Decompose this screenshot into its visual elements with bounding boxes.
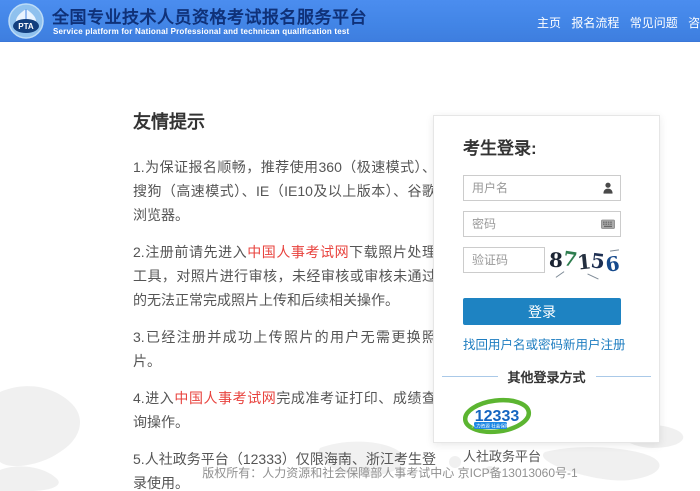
header: PTA 全国专业技术人员资格考试报名服务平台 Service platform …: [0, 0, 700, 42]
user-icon: [601, 182, 615, 194]
logo-text: PTA: [18, 22, 34, 31]
tips-heading: 友情提示: [133, 108, 436, 134]
tip-text: 4.进入: [133, 390, 174, 406]
alt-login-12333[interactable]: 12333 人力资源 社会保障 人社政务平台: [463, 396, 630, 465]
nav-consult-phone[interactable]: 咨询电话: [688, 16, 700, 30]
other-login-divider: 其他登录方式: [442, 367, 651, 386]
forgot-credentials-link[interactable]: 找回用户名或密码: [463, 334, 563, 353]
page: PTA 全国专业技术人员资格考试报名服务平台 Service platform …: [0, 0, 700, 491]
login-button[interactable]: 登录: [463, 298, 621, 325]
divider-line: [442, 376, 498, 377]
tips-section: 友情提示 1.为保证报名顺畅，推荐使用360（极速模式）、搜狗（高速模式）、IE…: [133, 108, 436, 491]
footer-copyright: 版权所有：人力资源和社会保障部人事考试中心 京ICP备13013060号-1: [0, 464, 700, 481]
login-heading: 考生登录:: [463, 134, 630, 159]
site-subtitle: Service platform for National Profession…: [53, 27, 349, 36]
tip-text: 3.已经注册并成功上传照片的用户无需更换照片。: [133, 329, 436, 369]
tip-item-4: 4.进入中国人事考试网完成准考证打印、成绩查询操作。: [133, 386, 436, 434]
captcha-row: 8 7 1 5 6: [463, 247, 621, 277]
cpta-site-link[interactable]: 中国人事考试网: [247, 244, 349, 260]
captcha-digit: 6: [604, 251, 621, 277]
login-links: 找回用户名或密码 新用户注册: [463, 334, 625, 353]
captcha-noise-line: [556, 271, 565, 278]
captcha-input[interactable]: [463, 247, 545, 273]
captcha-image[interactable]: 8 7 1 5 6: [547, 243, 621, 277]
site-logo: PTA: [8, 3, 44, 39]
captcha-field-wrap: [463, 247, 545, 273]
alt-login-label: 人社政务平台: [463, 446, 630, 465]
login-panel: 考生登录:: [433, 115, 660, 443]
username-input[interactable]: [463, 175, 621, 201]
site-title: 全国专业技术人员资格考试报名服务平台: [52, 3, 367, 28]
tip-item-2: 2.注册前请先进入中国人事考试网下载照片处理工具，对照片进行审核，未经审核或审核…: [133, 240, 436, 312]
12333-logo-banner: 人力资源 社会保障: [471, 422, 509, 429]
new-user-register-link[interactable]: 新用户注册: [563, 334, 626, 353]
password-input[interactable]: [463, 211, 621, 237]
header-nav: 主页 报名流程 常见问题 咨询电话: [537, 14, 700, 31]
tip-item-1: 1.为保证报名顺畅，推荐使用360（极速模式）、搜狗（高速模式）、IE（IE10…: [133, 155, 436, 227]
nav-home[interactable]: 主页: [537, 16, 561, 30]
12333-logo-icon: 12333 人力资源 社会保障: [463, 396, 533, 438]
password-field-wrap: [463, 211, 621, 237]
other-login-label: 其他登录方式: [508, 367, 586, 386]
tip-text: 1.为保证报名顺畅，推荐使用360（极速模式）、搜狗（高速模式）、IE（IE10…: [133, 159, 436, 223]
tip-item-3: 3.已经注册并成功上传照片的用户无需更换照片。: [133, 325, 436, 373]
nav-faq[interactable]: 常见问题: [630, 16, 678, 30]
divider-line: [596, 376, 652, 377]
cpta-site-link[interactable]: 中国人事考试网: [174, 390, 276, 406]
keyboard-icon: [601, 218, 615, 230]
nav-registration-process[interactable]: 报名流程: [571, 16, 619, 30]
tip-text: 2.注册前请先进入: [133, 244, 247, 260]
username-field-wrap: [463, 175, 621, 201]
captcha-noise-line: [587, 274, 598, 280]
